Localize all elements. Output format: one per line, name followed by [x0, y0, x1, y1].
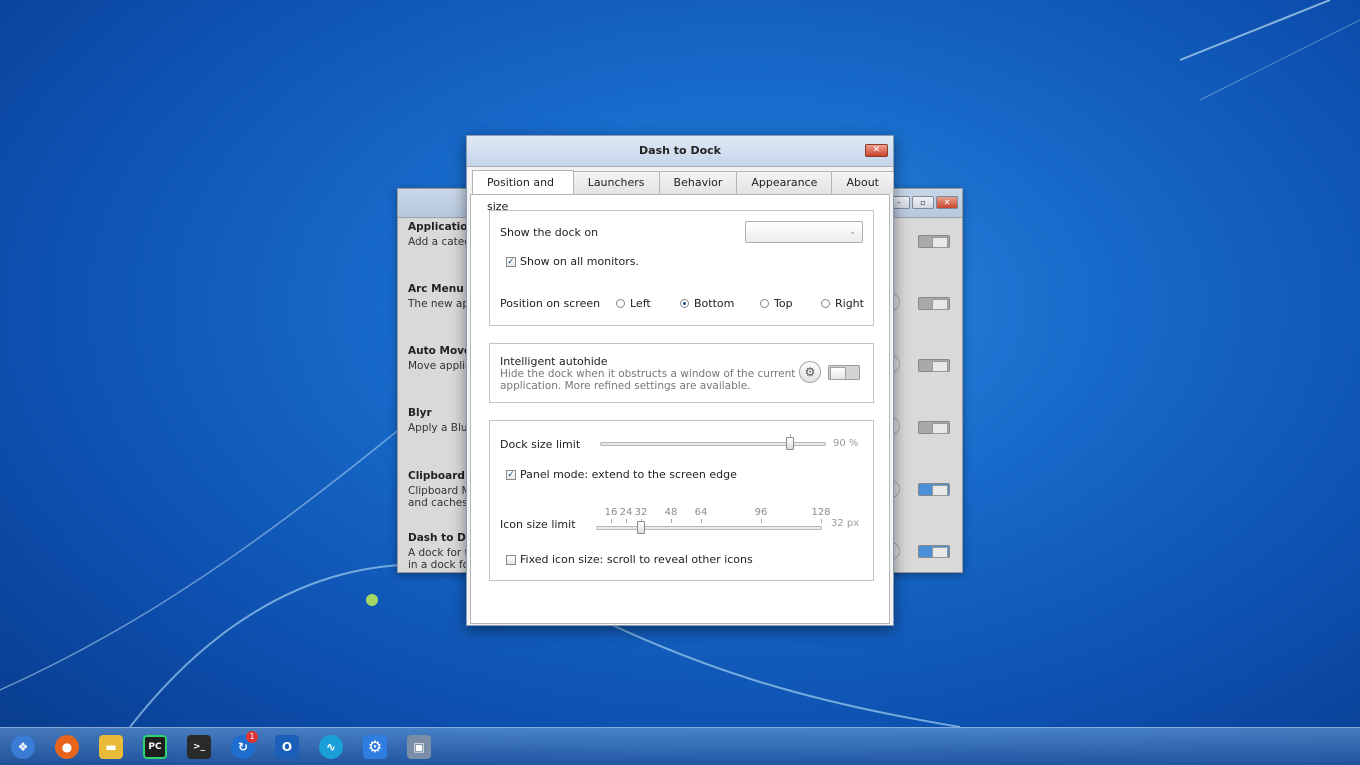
autohide-title: Intelligent autohide: [500, 355, 608, 368]
fixed-icon-size-checkbox[interactable]: Fixed icon size: scroll to reveal other …: [506, 553, 753, 566]
size-section: Dock size limit 90 % ✓ Panel mode: exten…: [489, 420, 874, 581]
close-icon[interactable]: ✕: [865, 144, 888, 157]
dash-to-dock-dialog: Dash to Dock ✕ Position and size Launche…: [466, 135, 894, 626]
close-icon[interactable]: ✕: [936, 196, 958, 209]
icon-size-slider[interactable]: [596, 526, 822, 530]
tab-page: Show the dock on ⌄ ✓ Show on all monitor…: [470, 194, 890, 624]
slider-tick: [626, 519, 627, 523]
extension-toggle[interactable]: [918, 483, 950, 496]
taskbar-item[interactable]: ▣: [402, 731, 436, 763]
dialog-title: Dash to Dock: [639, 144, 721, 157]
show-all-monitors-checkbox[interactable]: ✓ Show on all monitors.: [506, 255, 639, 268]
radio-label: Top: [774, 297, 793, 310]
gear-icon[interactable]: ⚙: [799, 361, 821, 383]
outlook-icon[interactable]: O: [275, 734, 299, 759]
autohide-description: Hide the dock when it obstructs a window…: [500, 368, 796, 380]
extension-toggle[interactable]: [918, 235, 950, 248]
extension-toggle[interactable]: [918, 545, 950, 558]
position-section: Show the dock on ⌄ ✓ Show on all monitor…: [489, 210, 874, 326]
icon-size-mark: 32: [634, 507, 648, 518]
autohide-section: Intelligent autohide Hide the dock when …: [489, 343, 874, 403]
tab-bar: Position and size Launchers Behavior App…: [472, 170, 894, 213]
radio-label: Bottom: [694, 297, 735, 310]
radio-label: Right: [835, 297, 864, 310]
tab-about[interactable]: About: [831, 171, 894, 194]
checkbox-box[interactable]: [506, 554, 516, 565]
icon-size-mark: 96: [754, 507, 768, 518]
taskbar-item[interactable]: ▬: [94, 731, 128, 763]
radio-left[interactable]: Left: [616, 297, 651, 310]
dock-size-slider-thumb[interactable]: [786, 437, 794, 450]
file-manager-icon[interactable]: ▬: [99, 734, 123, 759]
maximize-icon[interactable]: ▫: [912, 196, 934, 209]
show-dock-on-label: Show the dock on: [500, 226, 599, 239]
tab-launchers[interactable]: Launchers: [572, 171, 660, 194]
extension-toggle[interactable]: [918, 359, 950, 372]
tab-position-and-size[interactable]: Position and size: [472, 170, 574, 213]
radio-button[interactable]: [616, 299, 625, 308]
slider-tick: [671, 519, 672, 523]
chevron-down-icon: ⌄: [849, 227, 856, 236]
autohide-switch[interactable]: [828, 365, 860, 380]
icon-size-label: Icon size limit: [500, 518, 576, 531]
checkbox-box[interactable]: ✓: [506, 256, 516, 267]
extension-toggle[interactable]: [918, 297, 950, 310]
taskbar-item[interactable]: ❖: [6, 731, 40, 763]
radio-label: Left: [630, 297, 651, 310]
settings-icon[interactable]: ⚙: [363, 734, 387, 759]
tab-appearance[interactable]: Appearance: [736, 171, 833, 194]
pycharm-icon[interactable]: PC: [143, 734, 167, 759]
radio-top[interactable]: Top: [760, 297, 793, 310]
dock-size-value: 90 %: [833, 438, 859, 449]
icon-size-mark: 128: [811, 507, 831, 518]
taskbar-item[interactable]: ∿: [314, 731, 348, 763]
icon-size-slider-thumb[interactable]: [637, 521, 645, 534]
autohide-description: application. More refined settings are a…: [500, 380, 751, 392]
taskbar-item[interactable]: >_: [182, 731, 216, 763]
icon-size-value: 32 px: [831, 518, 860, 529]
audio-icon[interactable]: ∿: [319, 734, 343, 759]
taskbar-item[interactable]: O: [270, 731, 304, 763]
slider-tick: [761, 519, 762, 523]
slider-tick: [821, 519, 822, 523]
checkbox-label: Panel mode: extend to the screen edge: [520, 468, 737, 481]
start-orb-icon[interactable]: ❖: [11, 734, 35, 759]
terminal-icon[interactable]: >_: [187, 734, 211, 759]
taskbar-item[interactable]: ⚙: [358, 731, 392, 763]
network-icon[interactable]: ▣: [407, 734, 431, 759]
slider-tick: [701, 519, 702, 523]
monitor-select[interactable]: ⌄: [745, 221, 863, 243]
icon-size-mark: 48: [664, 507, 678, 518]
radio-button[interactable]: [821, 299, 830, 308]
position-on-screen-label: Position on screen: [500, 297, 601, 310]
extension-toggle[interactable]: [918, 421, 950, 434]
icon-size-mark: 64: [694, 507, 708, 518]
notification-badge: 1: [246, 730, 258, 743]
checkbox-box[interactable]: ✓: [506, 469, 516, 480]
taskbar-item[interactable]: ↻ 1: [226, 730, 260, 763]
dialog-titlebar: Dash to Dock ✕: [467, 136, 893, 167]
radio-button[interactable]: [760, 299, 769, 308]
checkbox-label: Show on all monitors.: [520, 255, 639, 268]
dock-size-label: Dock size limit: [500, 438, 581, 451]
radio-right[interactable]: Right: [821, 297, 864, 310]
firefox-icon[interactable]: ●: [55, 734, 79, 759]
slider-tick: [611, 519, 612, 523]
taskbar-item[interactable]: ●: [50, 731, 84, 763]
radio-button[interactable]: [680, 299, 689, 308]
checkbox-label: Fixed icon size: scroll to reveal other …: [520, 553, 753, 566]
panel-mode-checkbox[interactable]: ✓ Panel mode: extend to the screen edge: [506, 468, 737, 481]
taskbar-item[interactable]: PC: [138, 731, 172, 763]
tab-behavior[interactable]: Behavior: [658, 171, 738, 194]
taskbar: ❖ ● ▬ PC >_ ↻ 1 O ∿ ⚙ ▣: [0, 727, 1360, 765]
radio-bottom[interactable]: Bottom: [680, 297, 734, 310]
